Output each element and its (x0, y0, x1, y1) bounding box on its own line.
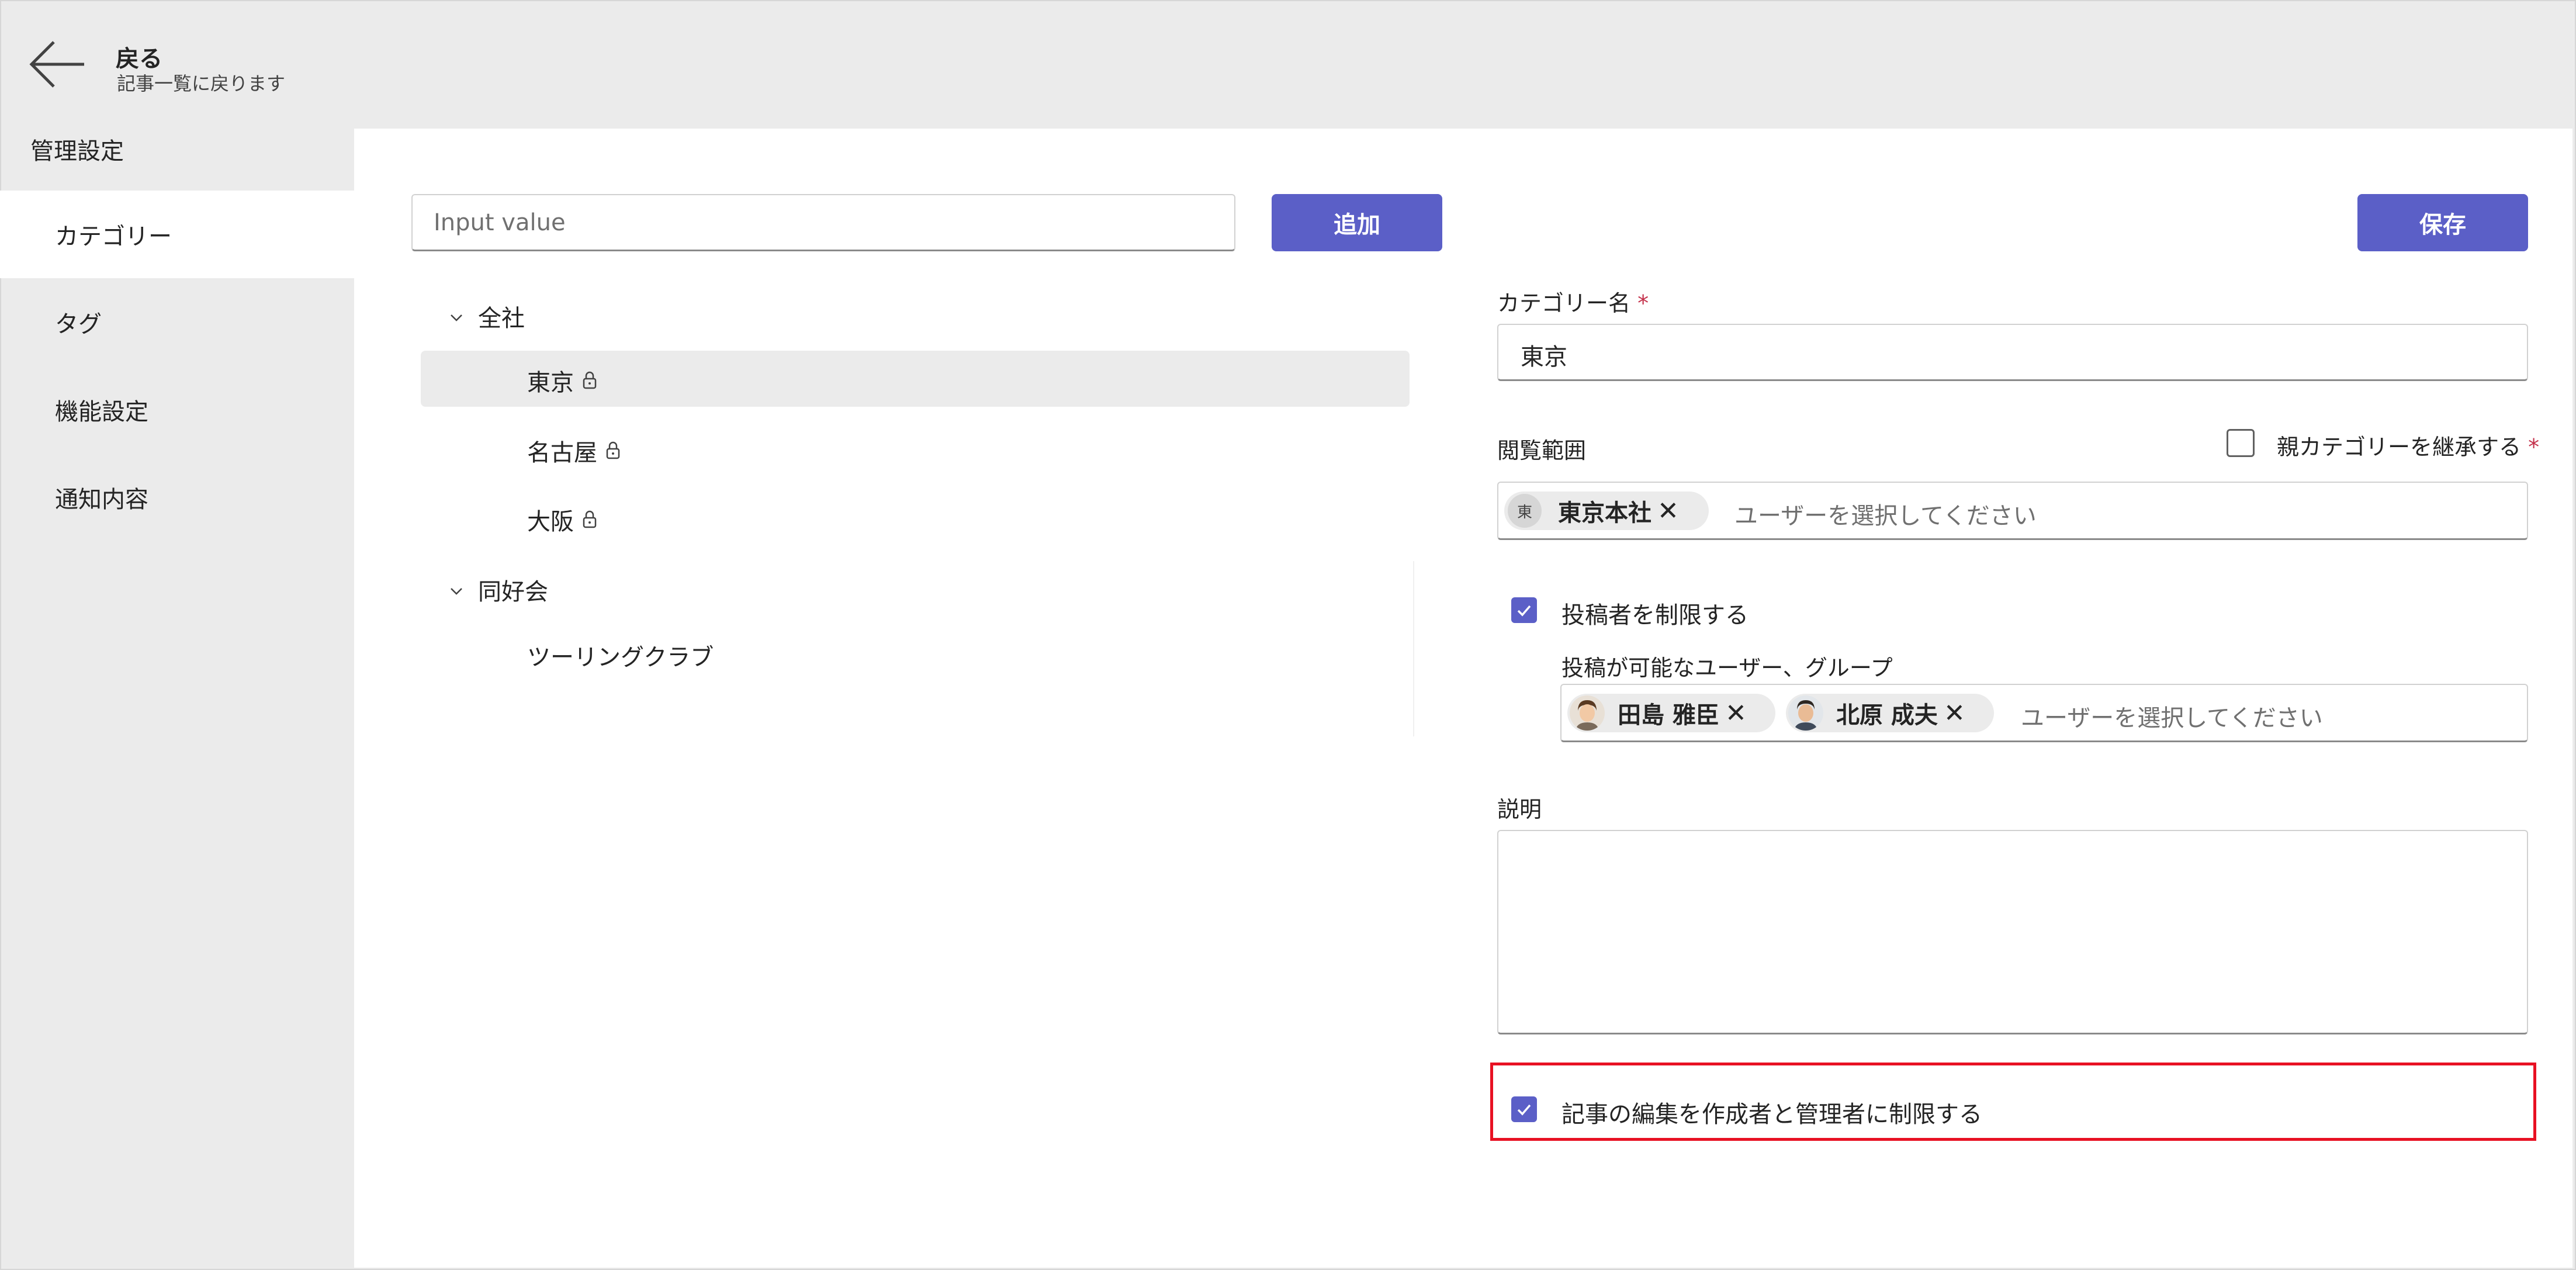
back-subtitle: 記事一覧に戻ります (117, 72, 286, 95)
sidebar-item-category[interactable]: カテゴリー (0, 191, 354, 278)
view-scope-chip: 東 東京本社 ✕ (1504, 492, 1709, 530)
chevron-down-icon[interactable] (450, 580, 478, 600)
chip-name: 東京本社 (1558, 500, 1651, 527)
lock-icon (606, 441, 620, 459)
tree-group-label: 同好会 (478, 579, 548, 605)
category-name-field[interactable]: 東京 (1497, 324, 2528, 381)
sidebar-item-label: 機能設定 (55, 399, 148, 425)
tree-item-label: 大阪 (527, 508, 574, 535)
close-icon[interactable]: ✕ (1657, 496, 1679, 526)
tree-item-tokyo[interactable]: 東京 (527, 364, 597, 397)
allowed-posters-label: 投稿が可能なユーザー、グループ (1561, 655, 1893, 681)
required-mark: * (1637, 290, 1649, 316)
category-name-value: 東京 (1521, 344, 1567, 371)
description-field[interactable] (1497, 830, 2528, 1034)
tree-item-touring-club[interactable]: ツーリングクラブ (527, 638, 714, 672)
save-button[interactable]: 保存 (2357, 194, 2528, 251)
sidebar-item-label: カテゴリー (55, 223, 172, 250)
tree-group-company[interactable]: 全社 (450, 299, 525, 333)
add-button[interactable]: 追加 (1272, 194, 1442, 251)
tree-item-label: ツーリングクラブ (527, 644, 714, 671)
sidebar-item-feature-settings[interactable]: 機能設定 (0, 366, 354, 454)
close-icon[interactable]: ✕ (1944, 698, 1965, 728)
restrict-posters-checkbox[interactable] (1511, 597, 1537, 623)
sidebar-item-label: 通知内容 (55, 486, 148, 513)
tree-group-label: 全社 (478, 305, 525, 332)
inherit-label[interactable]: 親カテゴリーを継承する * (2277, 429, 2539, 461)
tree-item-label: 名古屋 (527, 440, 597, 466)
chip-name: 北原 成夫 (1836, 702, 1938, 729)
view-scope-placeholder: ユーザーを選択してください (1734, 503, 2037, 530)
restrict-posters-label[interactable]: 投稿者を制限する (1561, 596, 1749, 630)
view-scope-picker[interactable]: 東 東京本社 ✕ ユーザーを選択してください (1497, 482, 2528, 540)
tree-divider (1413, 561, 1414, 736)
tree-item-nagoya[interactable]: 名古屋 (527, 434, 621, 468)
back-arrow-icon[interactable] (26, 35, 90, 99)
description-label: 説明 (1497, 797, 1542, 822)
allowed-posters-placeholder: ユーザーを選択してください (2021, 705, 2323, 732)
tree-item-label: 東京 (527, 369, 574, 396)
category-name-label-text: カテゴリー名 (1497, 290, 1631, 316)
highlight-annotation-box (1490, 1063, 2536, 1141)
view-scope-label: 閲覧範囲 (1497, 438, 1587, 463)
inherit-label-text: 親カテゴリーを継承する (2277, 434, 2522, 460)
search-input[interactable] (413, 195, 1234, 250)
sidebar-item-label: タグ (55, 311, 102, 338)
sidebar-item-tag[interactable]: タグ (0, 278, 354, 366)
poster-chip: 田島 雅臣 ✕ (1567, 694, 1775, 732)
tree-group-club[interactable]: 同好会 (450, 573, 548, 607)
sidebar-item-notification[interactable]: 通知内容 (0, 454, 354, 541)
chevron-down-icon[interactable] (450, 307, 478, 326)
user-avatar-icon (1570, 695, 1605, 731)
close-icon[interactable]: ✕ (1725, 698, 1747, 728)
required-mark: * (2528, 434, 2540, 460)
chip-name: 田島 雅臣 (1618, 702, 1719, 729)
inherit-checkbox[interactable] (2227, 429, 2255, 457)
poster-chip: 北原 成夫 ✕ (1786, 694, 1994, 732)
lock-icon (583, 371, 597, 389)
check-icon (1517, 605, 1531, 617)
org-avatar: 東 (1508, 494, 1542, 528)
allowed-posters-picker[interactable]: 田島 雅臣 ✕ 北原 成夫 ✕ ユーザーを選択してください (1560, 684, 2528, 742)
user-avatar-icon (1788, 695, 1823, 731)
category-name-label: カテゴリー名 * (1497, 285, 1649, 317)
sidebar-heading: 管理設定 (30, 138, 124, 165)
lock-icon (583, 510, 597, 528)
tree-item-osaka[interactable]: 大阪 (527, 503, 597, 537)
search-input-wrapper[interactable] (411, 194, 1235, 251)
